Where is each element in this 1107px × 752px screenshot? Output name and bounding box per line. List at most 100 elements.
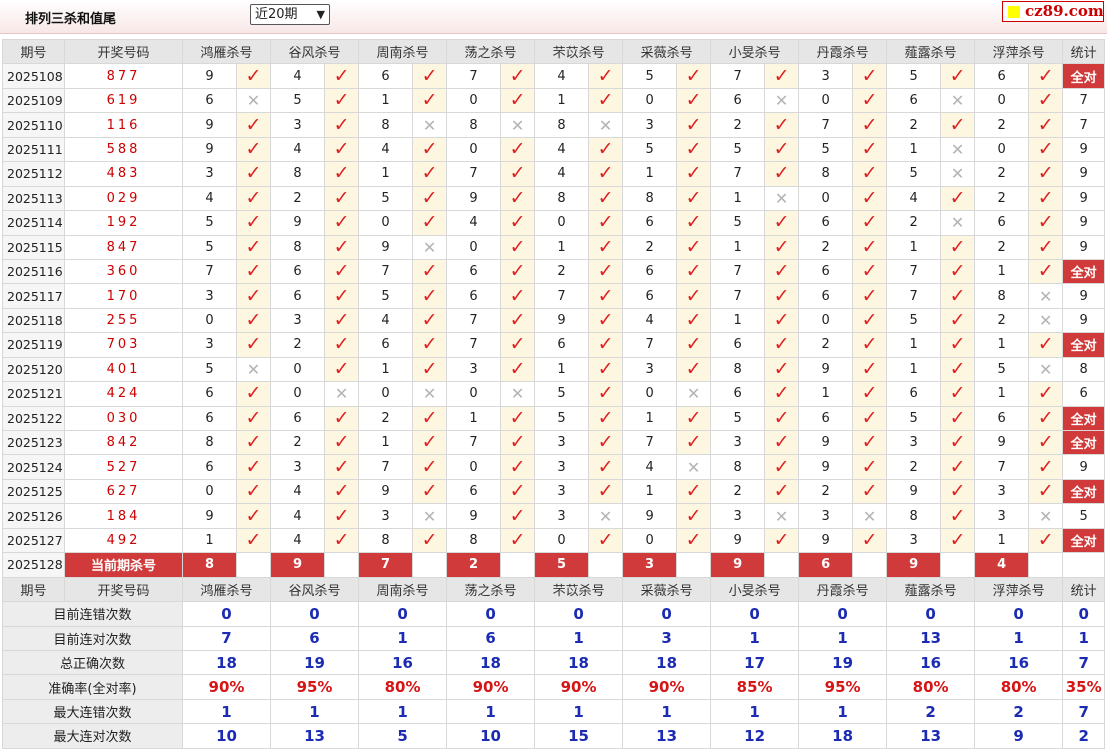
stats-label: 总正确次数	[2, 649, 183, 676]
kill-number-cell: 1	[534, 356, 590, 383]
stats-row: 总正确次数 18 19 16 18 18 18 17 19 16 16 7	[2, 649, 1106, 676]
result-cell: ✓	[235, 185, 272, 212]
kill-number-cell: 7	[622, 332, 678, 358]
draw-number-cell: 619	[64, 87, 183, 114]
stats-row: 准确率(全对率) 90% 95% 80% 90% 90% 90% 85% 95% 80% 80% 35…	[2, 674, 1106, 700]
result-cell: ✓	[235, 283, 272, 309]
result-cell: ✓	[500, 356, 536, 383]
kill-number-cell: 3	[886, 429, 942, 456]
kill-number-cell: 5	[886, 405, 942, 432]
period-cell: 2025113	[2, 185, 65, 212]
check-icon: ✓	[685, 113, 702, 136]
result-cell: ✓	[235, 258, 272, 285]
result-cell: ✓	[235, 503, 272, 529]
kill-number-cell: 1	[534, 234, 590, 260]
result-cell: ✓	[1028, 429, 1064, 456]
check-icon: ✓	[1037, 455, 1054, 478]
stats-value: 0	[798, 601, 888, 627]
result-cell: ✓	[412, 307, 448, 334]
check-icon: ✓	[597, 186, 614, 209]
period-cell: 2025117	[2, 283, 65, 309]
current-kill-label: 当前期杀号	[64, 552, 183, 578]
check-icon: ✓	[1037, 113, 1054, 136]
kill-number-cell: 6	[358, 332, 414, 358]
result-cell: ✓	[940, 234, 976, 260]
check-icon: ✓	[1037, 137, 1054, 160]
result-cell: ✓	[676, 185, 712, 212]
result-cell: ✓	[852, 454, 888, 480]
check-icon: ✓	[509, 89, 526, 112]
kill-number-cell: 3	[270, 112, 326, 138]
check-icon: ✓	[685, 406, 702, 429]
draw-number-cell: 842	[64, 429, 183, 456]
kill-number-cell: 7	[886, 283, 942, 309]
table-row: 2025116 360 7 ✓ 6 ✓ 7 ✓ 6 ✓ 2 ✓ 6 ✓ 7 ✓ 6 ✓ 7 ✓ 1 ✓ 全对	[2, 258, 1106, 285]
result-cell: ✓	[588, 136, 624, 163]
stats-value: 16	[358, 649, 448, 676]
result-cell: ✓	[324, 405, 360, 432]
check-icon: ✓	[245, 528, 262, 551]
current-kill-number: 2	[446, 552, 502, 578]
check-icon: ✓	[245, 260, 262, 283]
kill-number-cell: 2	[974, 112, 1030, 138]
check-icon: ✓	[685, 162, 702, 185]
kill-number-cell: 0	[798, 87, 854, 114]
kill-number-cell: 7	[798, 112, 854, 138]
result-cell: ✓	[764, 381, 800, 407]
table-row: 2025125 627 0 ✓ 4 ✓ 9 ✓ 6 ✓ 3 ✓ 1 ✓ 2 ✓ 2 ✓ 9 ✓ 3 ✓ 全对	[2, 478, 1106, 505]
period-range-select[interactable]: 近20期 ▼	[250, 4, 330, 25]
current-empty-cell	[852, 552, 888, 578]
kill-number-cell: 9	[798, 454, 854, 480]
kill-number-cell: 0	[974, 87, 1030, 114]
kill-number-cell: 3	[622, 112, 678, 138]
check-icon: ✓	[949, 186, 966, 209]
check-icon: ✓	[509, 431, 526, 454]
check-icon: ✓	[773, 211, 790, 234]
result-cell: ✓	[588, 405, 624, 432]
check-icon: ✓	[773, 431, 790, 454]
result-cell: ✓	[852, 405, 888, 432]
kill-number-cell: 6	[710, 332, 766, 358]
kill-number-cell: 1	[974, 381, 1030, 407]
check-icon: ✓	[861, 64, 878, 87]
current-empty-cell	[235, 552, 272, 578]
check-icon: ✓	[421, 64, 438, 87]
table-footer-header-row: 期号 开奖号码 鸿雁杀号 谷风杀号 周南杀号 荡之杀号 芣苡杀号 采薇杀号 小旻杀号 丹霞杀号 薤露…	[2, 576, 1106, 603]
result-cell: ✓	[940, 405, 976, 432]
draw-number-cell: 401	[64, 356, 183, 383]
col-header-expert: 小旻杀号	[710, 38, 800, 65]
stats-value: 13	[270, 723, 360, 749]
col-header-expert: 小旻杀号	[710, 576, 800, 603]
result-cell: ✕	[1028, 356, 1064, 383]
kill-number-cell: 7	[710, 283, 766, 309]
kill-number-cell: 9	[182, 112, 237, 138]
check-icon: ✓	[421, 309, 438, 332]
stats-value: 0	[1062, 601, 1106, 627]
result-cell: ✓	[764, 136, 800, 163]
result-cell: ✓	[764, 307, 800, 334]
stats-value: 7	[1062, 698, 1106, 725]
cross-icon: ✕	[1038, 359, 1053, 379]
stat-cell: 5	[1062, 503, 1106, 529]
check-icon: ✓	[861, 235, 878, 258]
check-icon: ✓	[773, 113, 790, 136]
result-cell: ✓	[1028, 63, 1064, 89]
stat-cell: 全对	[1062, 332, 1106, 358]
check-icon: ✓	[421, 211, 438, 234]
result-cell: ✓	[676, 234, 712, 260]
kill-number-cell: 1	[886, 136, 942, 163]
site-logo[interactable]: cz89.com	[1002, 1, 1104, 22]
result-cell: ✓	[1028, 234, 1064, 260]
check-icon: ✓	[509, 260, 526, 283]
check-icon: ✓	[245, 235, 262, 258]
result-cell: ✓	[500, 429, 536, 456]
kill-number-cell: 3	[270, 454, 326, 480]
result-cell: ✕	[764, 185, 800, 212]
kill-number-cell: 7	[182, 258, 237, 285]
stats-value: 9	[974, 723, 1064, 749]
stats-value: 0	[446, 601, 536, 627]
stats-value: 85%	[710, 674, 800, 700]
check-icon: ✓	[773, 480, 790, 503]
result-cell: ✓	[764, 454, 800, 480]
result-cell: ✓	[588, 87, 624, 114]
